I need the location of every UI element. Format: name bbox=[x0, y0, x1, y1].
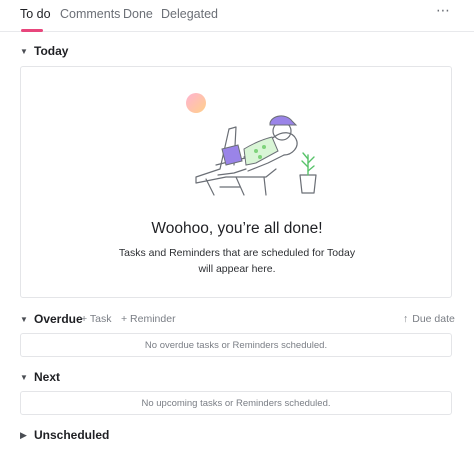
active-tab-indicator bbox=[21, 29, 43, 32]
today-card: Woohoo, you’re all done! Tasks and Remin… bbox=[20, 66, 452, 298]
section-title-overdue[interactable]: Overdue bbox=[34, 312, 83, 326]
section-header-overdue: ▼ Overdue + Task + Reminder ↑ Due date bbox=[20, 310, 455, 328]
relaxing-person-illustration bbox=[186, 93, 317, 196]
sort-label: Due date bbox=[412, 313, 455, 325]
tab-done[interactable]: Done bbox=[123, 7, 153, 21]
caret-down-icon: ▼ bbox=[20, 46, 28, 56]
empty-state-title: Woohoo, you’re all done! bbox=[151, 220, 323, 237]
overdue-empty-card: No overdue tasks or Reminders scheduled. bbox=[20, 333, 452, 357]
section-title-next: Next bbox=[34, 370, 61, 384]
section-title-today: Today bbox=[34, 44, 69, 58]
add-reminder-button[interactable]: + Reminder bbox=[121, 313, 176, 325]
caret-down-icon: ▼ bbox=[20, 372, 28, 382]
section-title-unscheduled: Unscheduled bbox=[34, 428, 110, 442]
section-header-unscheduled[interactable]: ▶ Unscheduled bbox=[20, 426, 109, 444]
next-empty-card: No upcoming tasks or Reminders scheduled… bbox=[20, 391, 452, 415]
section-header-next[interactable]: ▼ Next bbox=[20, 368, 60, 386]
overdue-empty-message: No overdue tasks or Reminders scheduled. bbox=[144, 339, 328, 351]
tab-bar: To do Comments Done Delegated ⋯ bbox=[0, 0, 474, 32]
add-task-button[interactable]: + Task bbox=[81, 313, 111, 325]
section-header-today[interactable]: ▼ Today bbox=[20, 42, 68, 60]
caret-down-icon[interactable]: ▼ bbox=[20, 315, 30, 324]
arrow-up-icon: ↑ bbox=[403, 313, 409, 325]
empty-state-description: Tasks and Reminders that are scheduled f… bbox=[118, 247, 356, 275]
caret-right-icon: ▶ bbox=[20, 429, 27, 440]
tab-to-do[interactable]: To do bbox=[20, 7, 51, 21]
more-options-icon[interactable]: ⋯ bbox=[436, 2, 451, 19]
next-empty-message: No upcoming tasks or Reminders scheduled… bbox=[141, 397, 331, 409]
tab-delegated[interactable]: Delegated bbox=[161, 7, 218, 21]
sort-due-date-button[interactable]: ↑ Due date bbox=[403, 313, 455, 325]
tab-comments[interactable]: Comments bbox=[60, 7, 120, 21]
